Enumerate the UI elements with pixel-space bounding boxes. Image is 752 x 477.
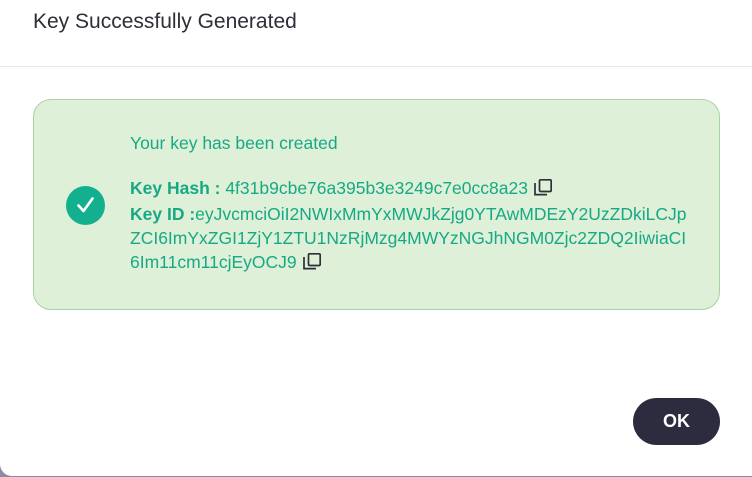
ok-button[interactable]: OK xyxy=(633,398,720,445)
copy-key-id-icon[interactable] xyxy=(302,252,321,276)
key-id-row: Key ID :eyJvcmciOiI2NWIxMmYxMWJkZjg0YTAw… xyxy=(130,202,690,276)
success-content: Your key has been created Key Hash : 4f3… xyxy=(130,130,690,276)
key-id-label: Key ID : xyxy=(130,204,196,224)
dialog-title: Key Successfully Generated xyxy=(33,10,297,33)
check-circle-icon xyxy=(66,186,105,225)
key-id-value: eyJvcmciOiI2NWIxMmYxMWJkZjg0YTAwMDEzY2Uz… xyxy=(130,204,687,272)
key-generated-dialog: Key Successfully Generated Your key has … xyxy=(0,0,752,476)
dialog-header: Key Successfully Generated xyxy=(0,0,752,67)
key-hash-row: Key Hash : 4f31b9cbe76a395b3e3249c7e0cc8… xyxy=(130,176,690,202)
success-message-box: Your key has been created Key Hash : 4f3… xyxy=(33,99,720,310)
key-hash-label: Key Hash : xyxy=(130,178,226,198)
key-hash-value: 4f31b9cbe76a395b3e3249c7e0cc8a23 xyxy=(225,178,528,198)
success-message: Your key has been created xyxy=(130,133,338,153)
copy-key-hash-icon[interactable] xyxy=(534,178,553,202)
